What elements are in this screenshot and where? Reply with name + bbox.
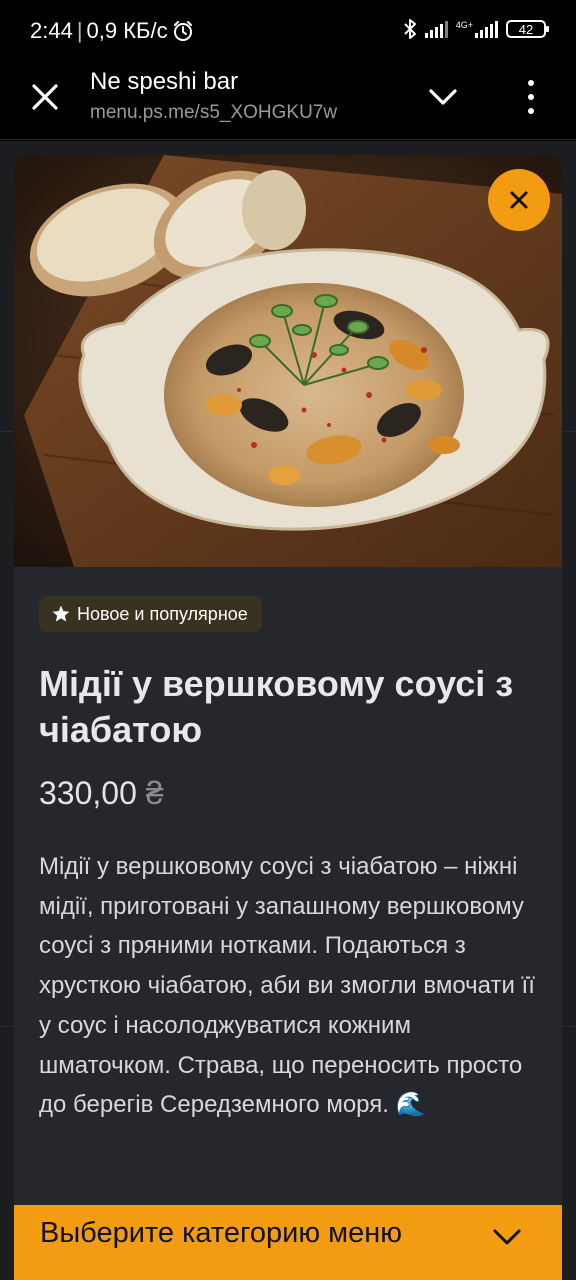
alarm-icon — [173, 21, 192, 41]
item-description: Мідії у вершковому соусі з чіабатою – ні… — [39, 853, 535, 1119]
status-right: 4G+ 42 — [403, 18, 549, 40]
star-icon — [52, 605, 70, 622]
network-type: 4G+ — [455, 20, 473, 30]
category-select-label: Выберите категорию меню — [40, 1217, 403, 1249]
badge-label: Новое и популярное — [77, 603, 248, 624]
item-price: 330,00 ₴ — [39, 775, 164, 812]
status-bar: 2:44 | 0,9 КБ/с 4G+ 42 — [0, 0, 576, 64]
dish-illustration — [14, 155, 562, 567]
bluetooth-icon — [404, 19, 416, 39]
chevron-down-icon[interactable] — [428, 86, 458, 108]
price-value: 330,00 — [39, 775, 137, 811]
page-url[interactable]: menu.ps.me/s5_XOHGKU7w — [90, 102, 337, 124]
more-vert-icon[interactable] — [518, 80, 544, 114]
item-modal: Новое и популярное Мідії у вершковому со… — [14, 155, 562, 1215]
status-time: 2:44 — [30, 18, 73, 43]
chevron-down-icon — [493, 1229, 521, 1245]
signal-2-icon — [475, 20, 498, 38]
modal-close-button[interactable] — [488, 169, 550, 231]
close-icon — [510, 191, 528, 209]
battery-icon: 42 — [506, 20, 549, 38]
item-title: Мідії у вершковому соусі з чіабатою — [39, 663, 514, 750]
category-select[interactable]: Выберите категорию меню — [14, 1205, 562, 1280]
category-badge: Новое и популярное — [39, 596, 262, 632]
network-type-label: 4G+ — [456, 20, 498, 38]
status-network-speed: 0,9 КБ/с — [86, 18, 168, 43]
status-divider: | — [76, 18, 83, 43]
battery-level: 42 — [518, 21, 534, 37]
signal-1-icon — [424, 20, 448, 38]
status-left: 2:44 | 0,9 КБ/с — [30, 18, 194, 44]
dish-photo — [14, 155, 562, 567]
currency-symbol: ₴ — [145, 775, 164, 811]
browser-toolbar: Ne speshi bar menu.ps.me/s5_XOHGKU7w — [0, 64, 576, 140]
page-title: Ne speshi bar — [90, 68, 239, 95]
close-icon[interactable] — [30, 82, 60, 112]
